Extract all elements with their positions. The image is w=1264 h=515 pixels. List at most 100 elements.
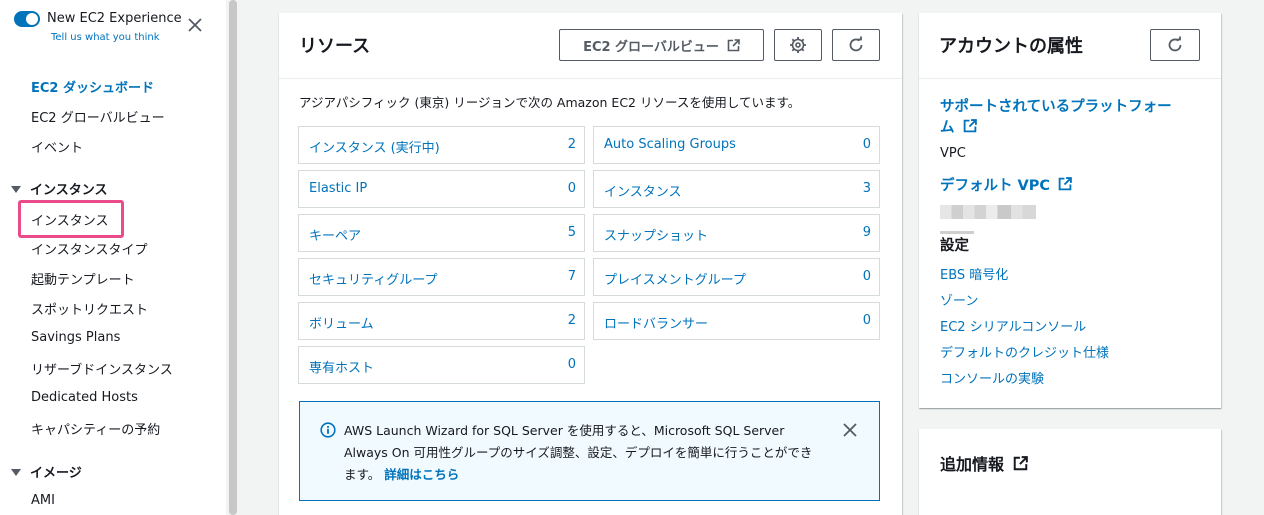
resource-tile-security-groups[interactable]: セキュリティグループ 7	[298, 258, 585, 296]
info-text: AWS Launch Wizard for SQL Server を使用すると、…	[344, 420, 824, 486]
sidebar-item-capacity-reservations[interactable]: キャパシティーの予約	[31, 419, 160, 438]
toggle-knob	[26, 13, 38, 25]
resource-tile-instances[interactable]: インスタンス 3	[593, 170, 880, 208]
tile-label[interactable]: Auto Scaling Groups	[604, 137, 736, 152]
account-title: アカウントの属性	[939, 36, 1083, 57]
external-link-icon	[1013, 455, 1028, 474]
tile-label[interactable]: ロードバランサー	[604, 313, 708, 332]
title-text[interactable]: 追加情報	[940, 455, 1004, 474]
sidebar-item-spot-requests[interactable]: スポットリクエスト	[31, 299, 148, 318]
resource-tile-elastic-ip[interactable]: Elastic IP 0	[298, 170, 585, 208]
resource-tile-placement-groups[interactable]: プレイスメントグループ 0	[593, 258, 880, 296]
resource-tile-load-balancers[interactable]: ロードバランサー 0	[593, 302, 880, 340]
resource-tile-key-pairs[interactable]: キーペア 5	[298, 214, 585, 252]
settings-serial-console[interactable]: EC2 シリアルコンソール	[940, 316, 1086, 335]
global-view-button[interactable]: EC2 グローバルビュー	[559, 29, 764, 61]
tile-label[interactable]: インスタンス (実行中)	[309, 137, 440, 156]
redacted-vpc-id	[940, 205, 1036, 219]
resource-tile-volumes[interactable]: ボリューム 2	[298, 302, 585, 340]
close-icon[interactable]	[186, 16, 204, 34]
sidebar-item-global-view[interactable]: EC2 グローバルビュー	[31, 107, 165, 126]
resource-tile-auto-scaling[interactable]: Auto Scaling Groups 0	[593, 126, 880, 164]
tile-count[interactable]: 2	[568, 137, 576, 152]
new-experience-toggle[interactable]	[14, 11, 40, 27]
settings-button[interactable]	[774, 29, 822, 61]
settings-default-credit[interactable]: デフォルトのクレジット仕様	[940, 342, 1109, 361]
additional-info-panel: 追加情報	[919, 429, 1221, 515]
external-link-icon	[963, 119, 977, 136]
tile-label[interactable]: スナップショット	[604, 225, 708, 244]
new-experience-title: New EC2 Experience	[47, 11, 182, 26]
sidebar-item-instances[interactable]: インスタンス	[18, 200, 124, 238]
sidebar-item-dedicated-hosts[interactable]: Dedicated Hosts	[31, 390, 138, 405]
settings-console-experiments[interactable]: コンソールの実験	[940, 368, 1044, 387]
refresh-icon	[847, 36, 865, 54]
external-link-icon	[727, 38, 740, 52]
learn-more-link[interactable]: 詳細はこちら	[384, 467, 459, 482]
resource-tile-running-instances[interactable]: インスタンス (実行中) 2	[298, 126, 585, 164]
tile-count[interactable]: 9	[863, 225, 871, 240]
external-link-icon	[1058, 177, 1072, 194]
feedback-link[interactable]: Tell us what you think	[51, 32, 160, 43]
account-attributes-panel: アカウントの属性 サポートされているプラットフォー ム VPC デフォルト VP…	[919, 13, 1221, 408]
info-icon	[320, 422, 336, 438]
scrollbar-thumb[interactable]	[229, 0, 237, 515]
resources-panel: リソース EC2 グローバルビュー アジアパシフィック (東京) リージョンで次…	[279, 13, 902, 515]
link-text[interactable]: デフォルト VPC	[940, 178, 1050, 194]
tile-count[interactable]: 5	[568, 225, 576, 240]
resource-tile-snapshots[interactable]: スナップショット 9	[593, 214, 880, 252]
resources-description: アジアパシフィック (東京) リージョンで次の Amazon EC2 リソースを…	[299, 95, 801, 110]
sidebar-item-ami[interactable]: AMI	[31, 493, 55, 508]
sidebar-item-events[interactable]: イベント	[31, 137, 83, 156]
resources-header: リソース EC2 グローバルビュー	[279, 13, 902, 79]
tile-count[interactable]: 0	[863, 313, 871, 328]
sidebar: New EC2 Experience Tell us what you thin…	[0, 0, 226, 515]
gear-icon	[789, 36, 807, 54]
sidebar-item-dashboard[interactable]: EC2 ダッシュボード	[31, 77, 154, 96]
sidebar-item-savings-plans[interactable]: Savings Plans	[31, 330, 120, 345]
settings-zones[interactable]: ゾーン	[940, 290, 978, 309]
link-text-line2[interactable]: ム	[940, 120, 955, 136]
caret-down-icon	[11, 186, 21, 193]
tile-count[interactable]: 0	[568, 357, 576, 372]
caret-down-icon	[11, 469, 21, 476]
sidebar-item-reserved-instances[interactable]: リザーブドインスタンス	[31, 359, 173, 378]
additional-info-title[interactable]: 追加情報	[940, 451, 1028, 475]
settings-ebs-encryption[interactable]: EBS 暗号化	[940, 264, 1008, 283]
resources-title: リソース	[299, 36, 371, 57]
tile-label[interactable]: ボリューム	[309, 313, 374, 332]
tile-label[interactable]: 専有ホスト	[309, 357, 374, 376]
tile-count[interactable]: 2	[568, 313, 576, 328]
tile-count[interactable]: 7	[568, 269, 576, 284]
tile-label[interactable]: インスタンス	[604, 181, 681, 200]
tile-count[interactable]: 3	[863, 181, 871, 196]
sidebar-scrollbar[interactable]	[226, 0, 240, 515]
tile-label[interactable]: セキュリティグループ	[309, 269, 437, 288]
close-icon[interactable]	[842, 422, 858, 438]
sidebar-section-instances[interactable]: インスタンス	[11, 179, 107, 198]
settings-heading: 設定	[940, 238, 969, 254]
account-header: アカウントの属性	[919, 13, 1221, 79]
supported-platforms-link[interactable]: サポートされているプラットフォー ム	[940, 97, 1172, 139]
tile-label[interactable]: Elastic IP	[309, 181, 367, 196]
tile-label[interactable]: キーペア	[309, 225, 361, 244]
refresh-icon	[1166, 36, 1184, 54]
resource-tile-dedicated-hosts[interactable]: 専有ホスト 0	[298, 346, 585, 384]
default-vpc-link[interactable]: デフォルト VPC	[940, 176, 1072, 197]
tile-count[interactable]: 0	[863, 137, 871, 152]
button-label: EC2 グローバルビュー	[583, 39, 719, 55]
sidebar-item-instance-types[interactable]: インスタンスタイプ	[31, 239, 147, 258]
link-text-line1[interactable]: サポートされているプラットフォー	[940, 99, 1172, 115]
tile-count[interactable]: 0	[568, 181, 576, 196]
refresh-button[interactable]	[832, 29, 880, 61]
tile-count[interactable]: 0	[863, 269, 871, 284]
section-label: イメージ	[30, 466, 82, 481]
section-label: インスタンス	[30, 183, 108, 198]
sidebar-item-launch-templates[interactable]: 起動テンプレート	[31, 269, 135, 288]
sidebar-section-images[interactable]: イメージ	[11, 462, 82, 481]
platforms-value: VPC	[940, 146, 966, 161]
tile-label[interactable]: プレイスメントグループ	[604, 269, 746, 288]
refresh-button[interactable]	[1150, 29, 1200, 61]
launch-wizard-info-alert: AWS Launch Wizard for SQL Server を使用すると、…	[299, 401, 880, 501]
sidebar-item-label: インスタンス	[31, 214, 109, 229]
